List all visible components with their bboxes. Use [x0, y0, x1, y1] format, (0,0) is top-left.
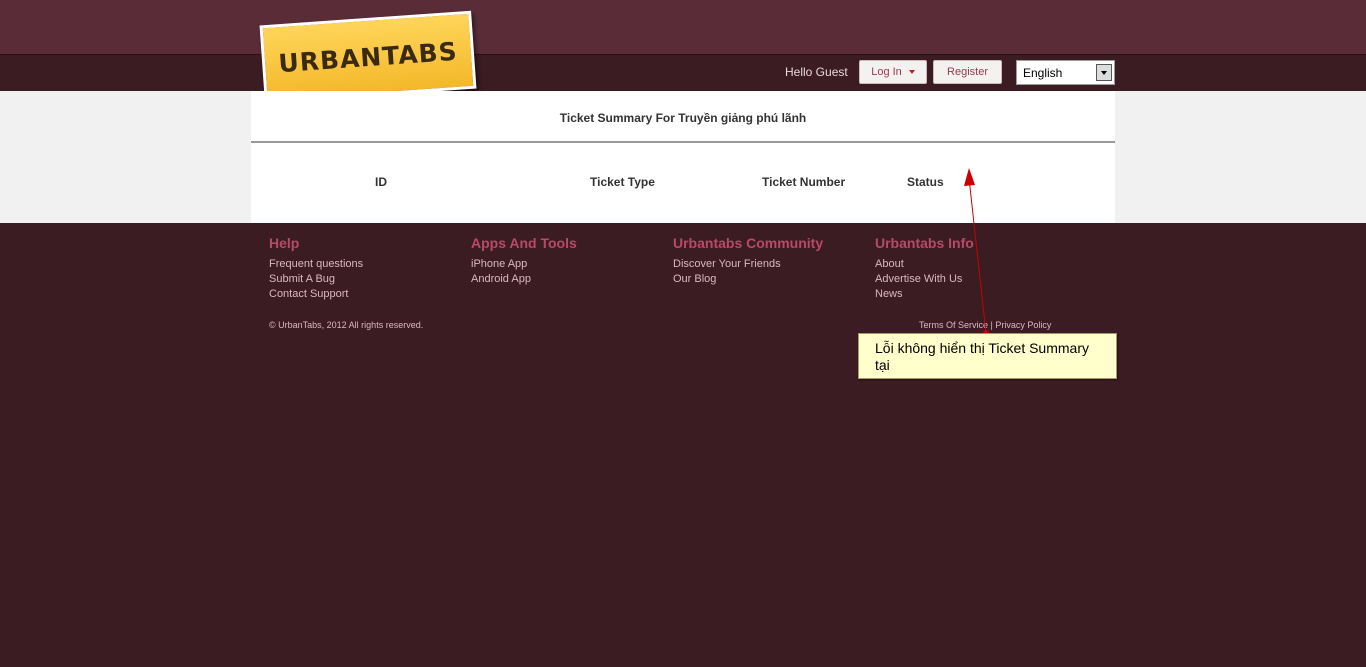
footer-link-iphone-app[interactable]: iPhone App [471, 257, 577, 272]
terms-of-service-link[interactable]: Terms Of Service [919, 320, 988, 330]
footer-column-info: Urbantabs Info About Advertise With Us N… [875, 235, 974, 302]
header-top-band [0, 0, 1366, 54]
column-header-ticket-number: Ticket Number [762, 175, 846, 189]
column-header-ticket-type: Ticket Type [590, 175, 655, 189]
divider [251, 141, 1115, 143]
legal-separator: | [990, 320, 993, 330]
language-value: English [1023, 66, 1063, 80]
register-label: Register [947, 66, 988, 78]
ticket-summary-title: Ticket Summary For Truyền giảng phú lãnh [559, 111, 807, 125]
caret-down-icon [908, 70, 915, 74]
footer-column-apps: Apps And Tools iPhone App Android App [471, 235, 577, 287]
column-header-status: Status [907, 175, 944, 189]
footer-link-frequent-questions[interactable]: Frequent questions [269, 257, 363, 272]
footer-column-help: Help Frequent questions Submit A Bug Con… [269, 235, 363, 302]
legal-links: Terms Of Service | Privacy Policy [919, 320, 1051, 330]
column-header-id: ID [375, 175, 387, 189]
footer-link-our-blog[interactable]: Our Blog [673, 272, 823, 287]
logo-text: URBANTABS [277, 36, 459, 79]
footer-link-news[interactable]: News [875, 287, 974, 302]
greeting-text: Hello Guest [785, 65, 848, 79]
footer-column-community: Urbantabs Community Discover Your Friend… [673, 235, 823, 287]
annotation-callout: Lỗi không hiển thị Ticket Summary tại [858, 333, 1117, 379]
copyright-text: © UrbanTabs, 2012 All rights reserved. [269, 320, 424, 330]
footer-link-contact-support[interactable]: Contact Support [269, 287, 363, 302]
footer-heading: Urbantabs Community [673, 235, 824, 251]
footer-heading: Urbantabs Info [875, 235, 974, 251]
footer-link-advertise[interactable]: Advertise With Us [875, 272, 974, 287]
dropdown-arrow-icon[interactable] [1096, 64, 1112, 81]
footer-link-android-app[interactable]: Android App [471, 272, 577, 287]
login-button[interactable]: Log In [859, 60, 927, 84]
ticket-summary-panel: Ticket Summary For Truyền giảng phú lãnh… [251, 91, 1115, 223]
annotation-text: Lỗi không hiển thị Ticket Summary tại [875, 340, 1089, 373]
footer-heading: Apps And Tools [471, 235, 577, 251]
language-select[interactable]: English [1016, 60, 1115, 85]
login-label: Log In [871, 66, 902, 78]
footer-link-discover-friends[interactable]: Discover Your Friends [673, 257, 823, 272]
footer-heading: Help [269, 235, 300, 251]
privacy-policy-link[interactable]: Privacy Policy [995, 320, 1051, 330]
header-nav-band [0, 54, 1366, 91]
urbantabs-logo[interactable]: URBANTABS [259, 10, 477, 104]
register-button[interactable]: Register [933, 60, 1002, 84]
footer-link-submit-bug[interactable]: Submit A Bug [269, 272, 363, 287]
footer-link-about[interactable]: About [875, 257, 974, 272]
